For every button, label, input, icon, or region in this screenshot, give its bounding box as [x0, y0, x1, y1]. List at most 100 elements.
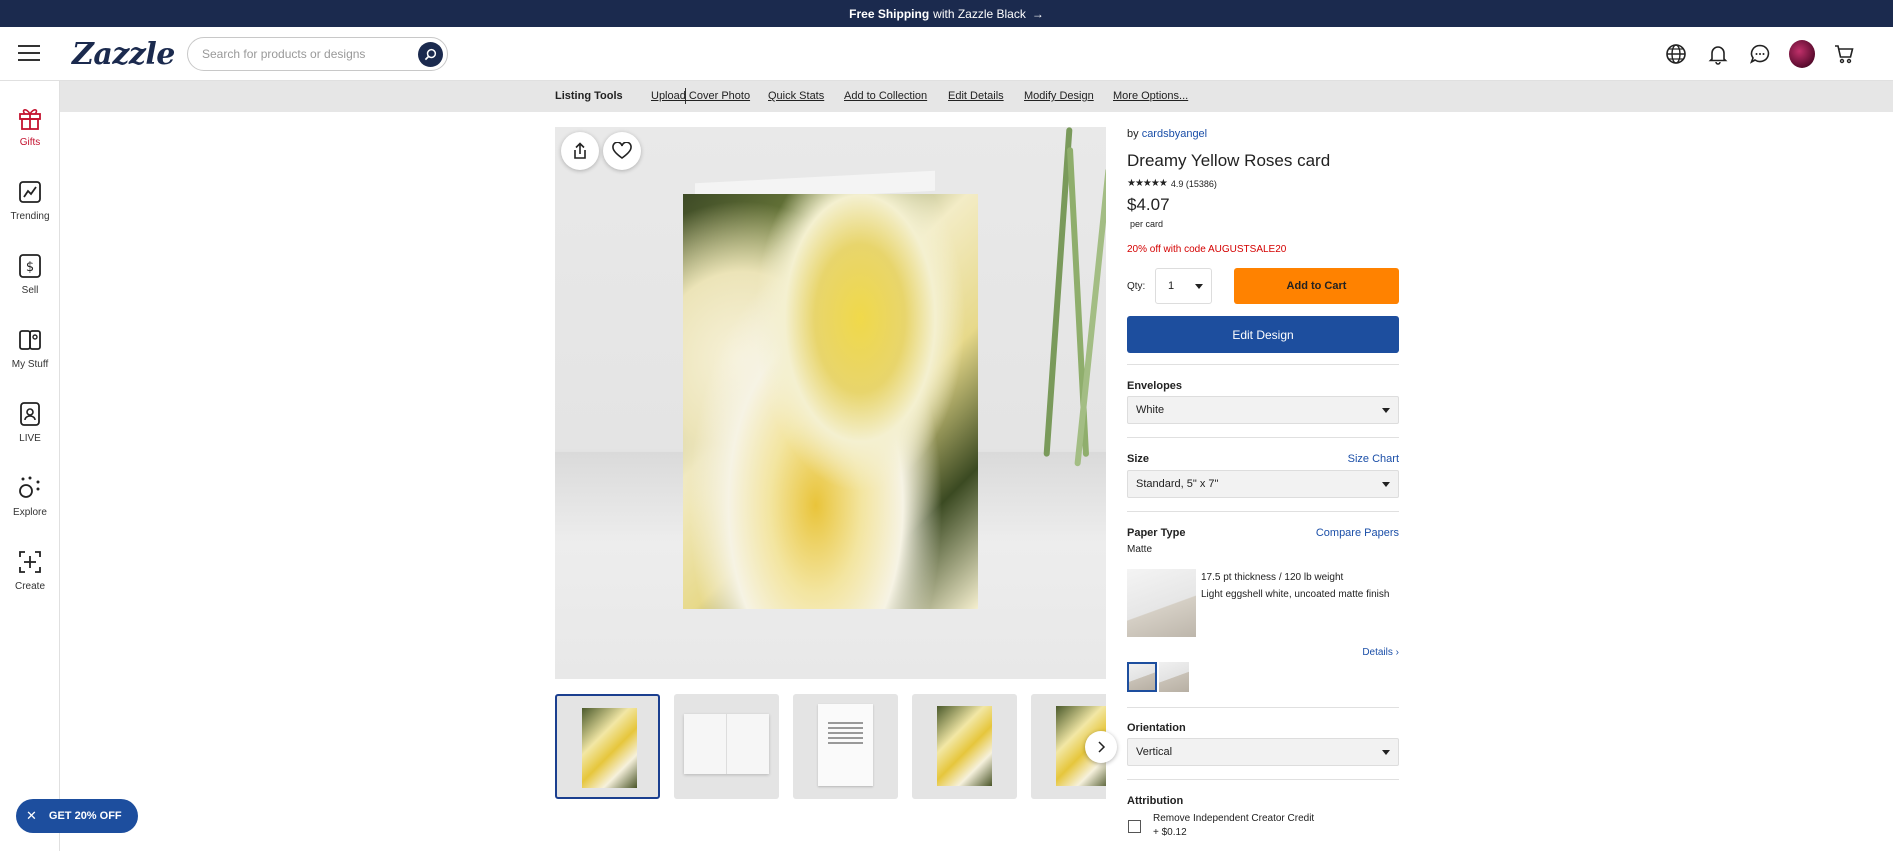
add-to-cart-button[interactable]: Add to Cart	[1234, 268, 1399, 304]
caret-down-icon	[1382, 482, 1390, 487]
explore-icon	[16, 474, 44, 502]
rail-label: Gifts	[19, 137, 41, 148]
thumbnail[interactable]	[912, 694, 1017, 799]
globe-icon[interactable]	[1663, 41, 1689, 67]
divider	[1127, 437, 1399, 438]
rail-item-gifts[interactable]: Gifts	[0, 104, 60, 164]
thumbnail[interactable]	[793, 694, 898, 799]
search-bar	[187, 37, 448, 71]
caret-down-icon	[1382, 750, 1390, 755]
coupon-label: GET 20% OFF	[48, 810, 122, 822]
search-icon	[424, 48, 437, 61]
orientation-select[interactable]: Vertical	[1127, 738, 1399, 766]
rating[interactable]: ★★★★★ 4.9 (15386)	[1127, 178, 1217, 189]
qty-label: Qty:	[1127, 281, 1146, 292]
edit-details-link[interactable]: Edit Details	[948, 90, 1004, 102]
seller-line: by cardsbyangel	[1127, 128, 1207, 140]
more-options-link[interactable]: More Options...	[1113, 90, 1188, 102]
avatar[interactable]	[1789, 40, 1815, 68]
close-icon[interactable]: ✕	[26, 808, 37, 824]
menu-icon[interactable]	[18, 45, 40, 61]
product-main-image[interactable]	[555, 127, 1106, 679]
price-unit: per card	[1130, 219, 1164, 229]
rail-label: My Stuff	[11, 359, 49, 370]
quick-stats-link[interactable]: Quick Stats	[768, 90, 824, 102]
modify-design-link[interactable]: Modify Design	[1024, 90, 1094, 102]
orientation-value: Vertical	[1136, 746, 1173, 758]
paper-finish: Light eggshell white, uncoated matte fin…	[1201, 589, 1390, 600]
listing-tools-title: Listing Tools	[555, 90, 623, 102]
size-chart-link[interactable]: Size Chart	[1348, 453, 1399, 465]
rail-label: LIVE	[19, 433, 41, 444]
by-label: by	[1127, 128, 1139, 140]
cart-icon[interactable]	[1831, 41, 1857, 67]
coupon-button[interactable]: ✕ GET 20% OFF	[16, 799, 138, 833]
divider	[1127, 707, 1399, 708]
share-button[interactable]	[561, 132, 599, 170]
paper-swatch[interactable]	[1159, 662, 1189, 692]
bell-icon[interactable]	[1705, 41, 1731, 67]
size-select[interactable]: Standard, 5" x 7"	[1127, 470, 1399, 498]
rail-item-sell[interactable]: $ Sell	[0, 252, 60, 312]
divider	[1127, 511, 1399, 512]
svg-text:$: $	[26, 260, 34, 275]
caret-down-icon	[1382, 408, 1390, 413]
left-rail: Gifts Trending $ Sell My Stuff LIVE Expl…	[0, 81, 60, 851]
caret-down-icon	[1195, 284, 1203, 289]
envelopes-select[interactable]: White	[1127, 396, 1399, 424]
quantity-select[interactable]: 1	[1155, 268, 1212, 304]
compare-papers-link[interactable]: Compare Papers	[1316, 527, 1399, 539]
paper-type-value: Matte	[1127, 544, 1153, 555]
chat-icon[interactable]	[1747, 41, 1773, 67]
share-icon	[574, 142, 586, 159]
thumbnail-strip	[555, 694, 1106, 801]
thumbnail-next-button[interactable]	[1085, 731, 1117, 763]
details-link[interactable]: Details ›	[1362, 647, 1399, 658]
favorite-button[interactable]	[603, 132, 641, 170]
upload-cover-photo-link[interactable]: Upload Cover Photo	[651, 90, 750, 102]
rail-label: Explore	[13, 507, 47, 518]
rail-label: Create	[14, 581, 45, 592]
rail-label: Sell	[21, 285, 39, 296]
rail-item-create[interactable]: Create	[0, 548, 60, 608]
search-input[interactable]	[202, 47, 412, 61]
mystuff-icon	[16, 326, 44, 354]
size-label: Size	[1127, 453, 1150, 465]
search-button[interactable]	[418, 42, 443, 67]
rail-item-live[interactable]: LIVE	[0, 400, 60, 460]
paper-spec: 17.5 pt thickness / 120 lb weight	[1201, 572, 1344, 583]
divider	[1127, 364, 1399, 365]
rail-item-explore[interactable]: Explore	[0, 474, 60, 534]
thumbnail[interactable]	[674, 694, 779, 799]
add-to-collection-link[interactable]: Add to Collection	[844, 90, 927, 102]
envelopes-label: Envelopes	[1127, 380, 1183, 392]
trending-icon	[16, 178, 44, 206]
envelopes-value: White	[1136, 404, 1165, 416]
thumbnail[interactable]	[555, 694, 660, 799]
rail-item-mystuff[interactable]: My Stuff	[0, 326, 60, 386]
attribution-option-price: + $0.12	[1153, 827, 1187, 838]
divider	[1127, 779, 1399, 780]
seller-link[interactable]: cardsbyangel	[1142, 128, 1207, 140]
create-icon	[16, 548, 44, 576]
edit-design-button[interactable]: Edit Design	[1127, 316, 1399, 353]
logo[interactable]: Zazzle	[72, 37, 175, 72]
heart-icon	[612, 142, 632, 159]
promo-banner[interactable]: Free Shipping with Zazzle Black →	[0, 0, 1893, 27]
orientation-label: Orientation	[1127, 722, 1186, 734]
promo-code-text: 20% off with code AUGUSTSALE20	[1127, 244, 1287, 255]
price: $4.07	[1127, 195, 1170, 214]
paper-swatch[interactable]	[1127, 662, 1157, 692]
arrow-right-icon: →	[1031, 6, 1044, 21]
product-title: Dreamy Yellow Roses card	[1127, 151, 1331, 170]
remove-credit-checkbox[interactable]	[1128, 820, 1141, 833]
attribution-option-label: Remove Independent Creator Credit	[1153, 813, 1315, 824]
card-front-photo	[683, 194, 978, 609]
star-rating-icon: ★★★★★	[1127, 178, 1168, 189]
dollar-icon: $	[16, 252, 44, 280]
attribution-label: Attribution	[1127, 795, 1184, 807]
listing-tools-bar: Listing Tools Upload Cover Photo Quick S…	[60, 81, 1893, 112]
paper-type-label: Paper Type	[1127, 527, 1186, 539]
paper-sample-image	[1127, 569, 1196, 637]
rail-item-trending[interactable]: Trending	[0, 178, 60, 238]
